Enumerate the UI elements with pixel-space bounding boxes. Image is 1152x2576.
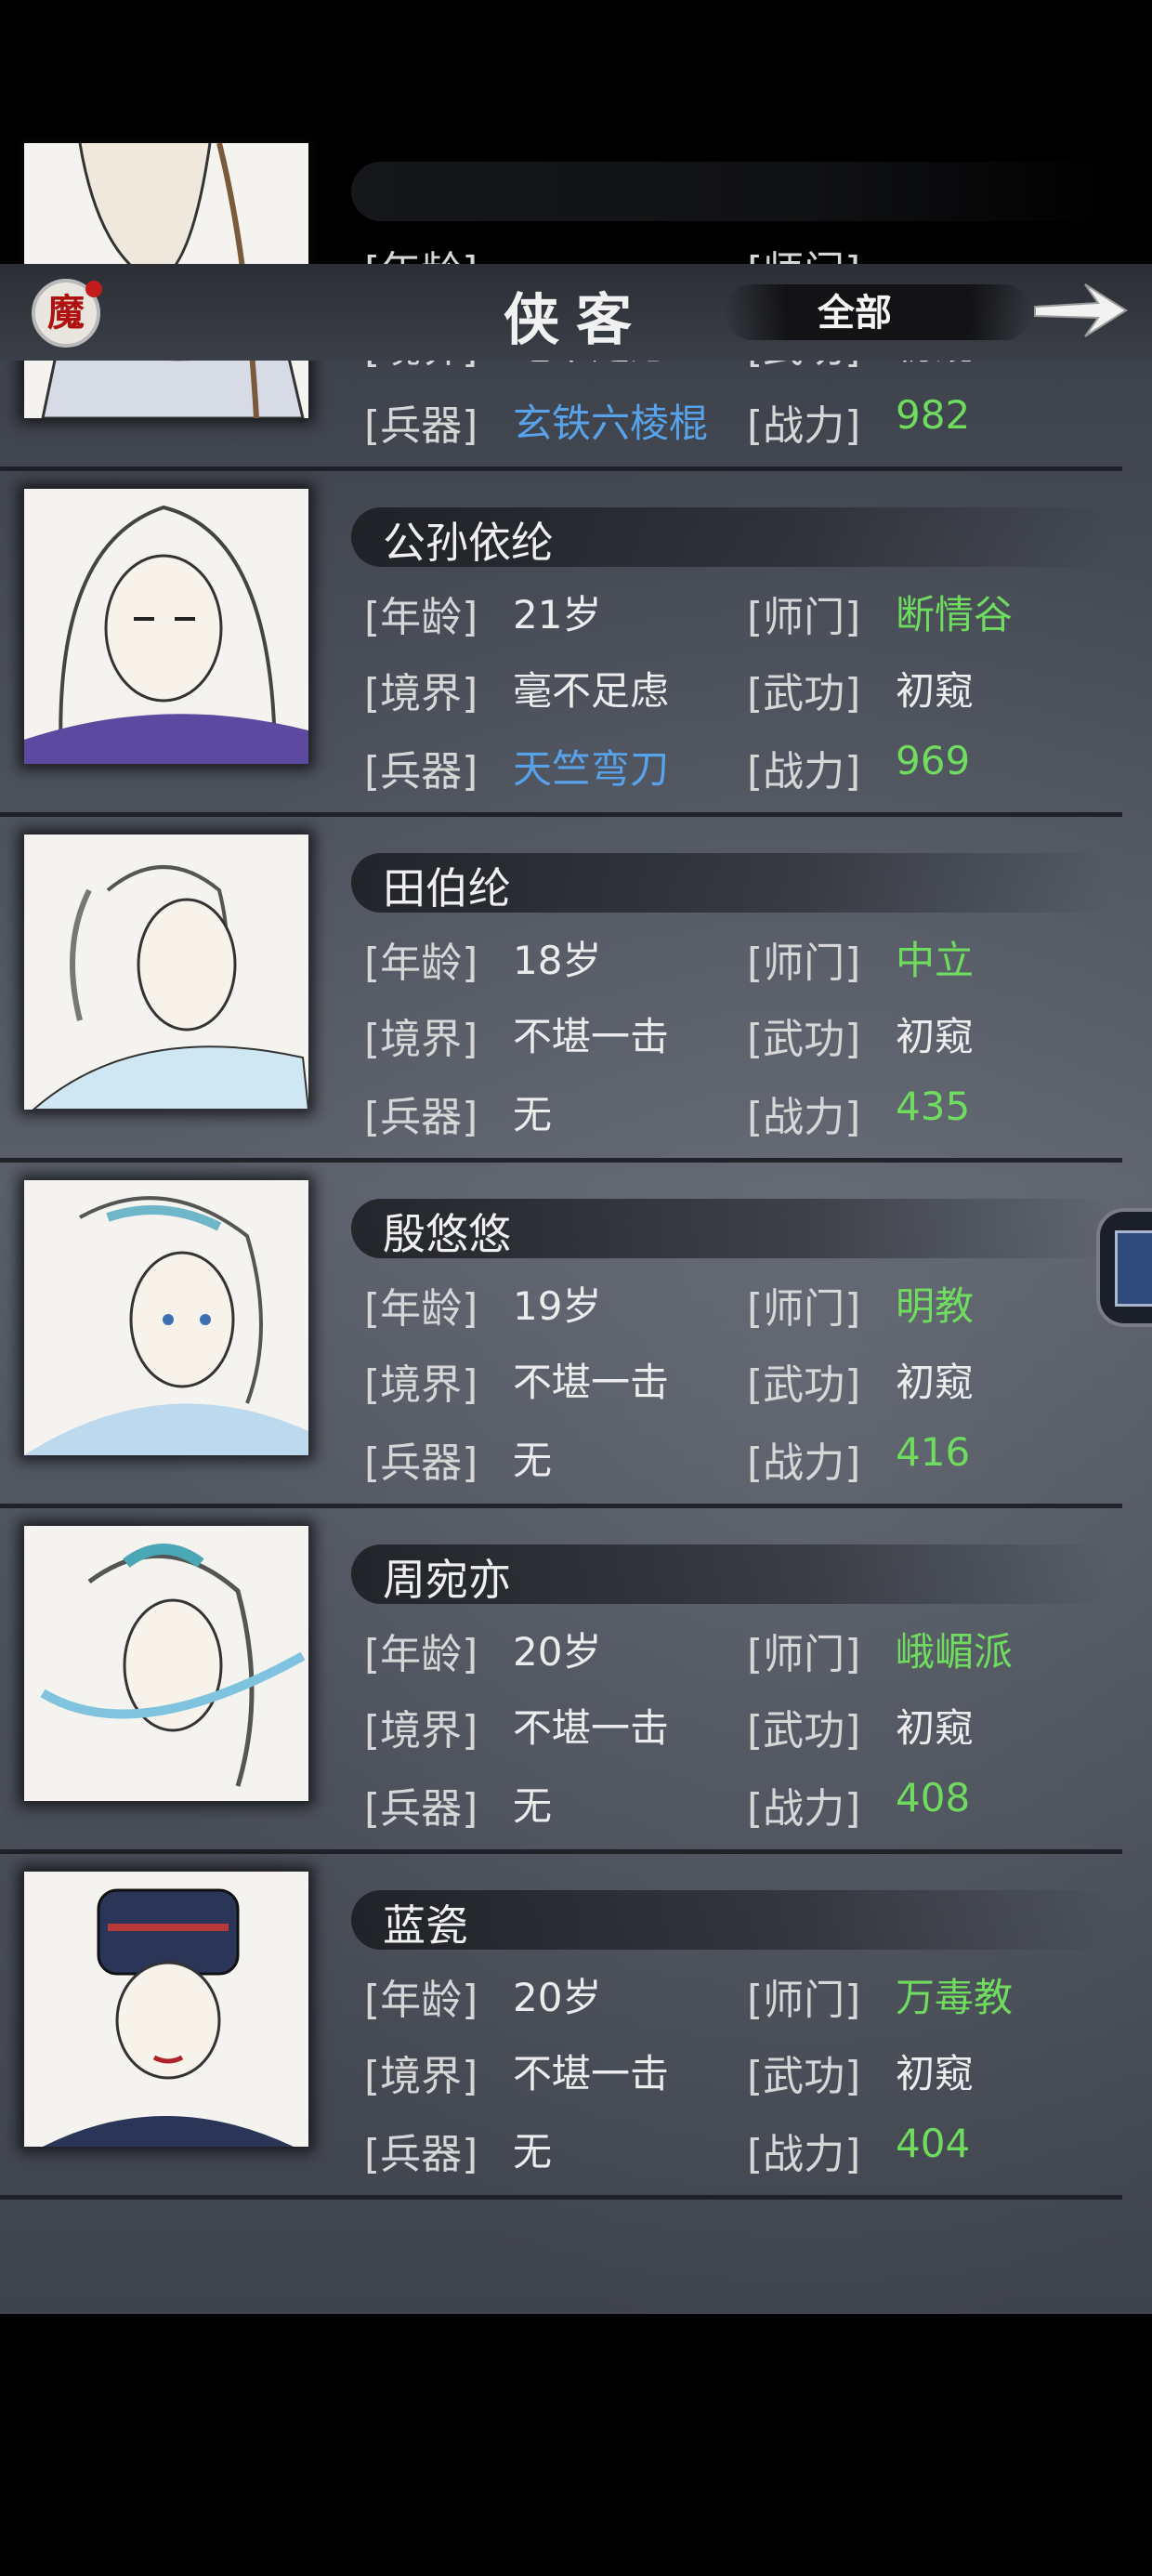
martial-value: 初窥 [896,1014,975,1059]
realm-value: 不堪一击 [513,1705,670,1751]
realm-value: 不堪一击 [513,1360,670,1405]
navigation-bar-area [0,2314,1152,2576]
power-value: 435 [896,1084,971,1129]
hero-portrait [24,1872,308,2147]
sect-value: 万毒教 [896,1975,1014,2020]
power-label: [战力] [747,1785,861,1833]
power-value: 404 [896,2121,971,2166]
side-drawer-tab[interactable] [1096,1208,1152,1327]
sect-value: 中立 [896,938,975,983]
notification-dot-icon [85,281,102,297]
power-label: [战力] [747,2131,861,2178]
card-divider [0,2195,1122,2200]
weapon-label: [兵器] [364,2131,478,2178]
realm-label: [境界] [364,1361,478,1409]
age-value: 19岁 [513,1283,602,1329]
hero-card[interactable]: 公孙依纶 [年龄] 21岁 [师门] 断情谷 [境界] 毫不足虑 [武功] 初窥 [兵器] 天竺弯刀… [0,470,1152,817]
power-value: 416 [896,1429,971,1475]
age-value: 21岁 [513,592,602,637]
age-label: [年龄] [364,1285,478,1333]
hero-name: 公孙依纶 [383,518,554,568]
filter-all-button[interactable]: 全部 [780,283,929,336]
hero-card[interactable]: 田伯纶 [年龄] 18岁 [师门] 中立 [境界] 不堪一击 [武功] 初窥 [兵器] 无 [战力] 4… [0,816,1152,1163]
weapon-label: [兵器] [364,1785,478,1833]
hero-name: 蓝瓷 [383,1900,468,1951]
sect-label: [师门] [747,940,861,987]
age-label: [年龄] [364,594,478,641]
hero-portrait [24,1526,308,1801]
weapon-label: [兵器] [364,748,478,795]
power-value: 408 [896,1775,971,1820]
weapon-value: 天竺弯刀 [513,746,670,792]
martial-label: [武功] [747,670,861,717]
sect-value: 断情谷 [896,592,1014,637]
weapon-value: 无 [513,1092,553,1137]
power-label: [战力] [747,402,861,450]
sect-label: [师门] [747,1977,861,2024]
weapon-value: 无 [513,2129,553,2175]
hero-name: 周宛亦 [383,1555,511,1605]
hero-portrait [24,1180,308,1455]
hero-card[interactable]: 蓝瓷 [年龄] 20岁 [师门] 万毒教 [境界] 不堪一击 [武功] 初窥 [兵器] 无 [战力] 4… [0,1853,1152,2200]
hero-name: 田伯纶 [383,863,511,913]
hero-name: 殷悠悠 [383,1209,511,1259]
sect-value: 峨嵋派 [896,1629,1014,1675]
martial-label: [武功] [747,2053,861,2100]
age-label: [年龄] [364,940,478,987]
weapon-value: 玄铁六棱棍 [513,401,709,446]
sect-value: 明教 [896,1283,975,1329]
martial-value: 初窥 [896,1360,975,1405]
weapon-value: 无 [513,1783,553,1829]
martial-value: 初窥 [896,668,975,714]
realm-value: 不堪一击 [513,2051,670,2096]
martial-label: [武功] [747,1361,861,1409]
power-label: [战力] [747,748,861,795]
page-title: 侠客 [504,288,648,353]
sect-label: [师门] [747,1285,861,1333]
hero-portrait [24,489,308,764]
realm-label: [境界] [364,1016,478,1063]
age-label: [年龄] [364,1977,478,2024]
weapon-label: [兵器] [364,1439,478,1487]
scroll-book-icon [1115,1230,1152,1307]
power-label: [战力] [747,1439,861,1487]
weapon-value: 无 [513,1438,553,1483]
logo-glyph: 魔 [47,291,85,335]
age-label: [年龄] [364,1631,478,1678]
realm-label: [境界] [364,1707,478,1755]
martial-value: 初窥 [896,1705,975,1751]
weapon-label: [兵器] [364,1094,478,1141]
hero-portrait [24,835,308,1110]
sect-label: [师门] [747,594,861,641]
martial-value: 初窥 [896,2051,975,2096]
hero-card[interactable]: 殷悠悠 [年龄] 19岁 [师门] 明教 [境界] 不堪一击 [武功] 初窥 [兵器] 无 [战力] 4… [0,1162,1152,1508]
realm-label: [境界] [364,670,478,717]
power-label: [战力] [747,1094,861,1141]
arrow-right-icon[interactable] [1029,275,1133,346]
age-value: 20岁 [513,1975,602,2020]
realm-label: [境界] [364,2053,478,2100]
realm-value: 毫不足虑 [513,668,670,714]
power-value: 982 [896,392,971,438]
hero-card[interactable]: 周宛亦 [年龄] 20岁 [师门] 峨嵋派 [境界] 不堪一击 [武功] 初窥 [兵器] 无 [战力]… [0,1507,1152,1854]
sect-label: [师门] [747,1631,861,1678]
age-value: 20岁 [513,1629,602,1675]
realm-value: 不堪一击 [513,1014,670,1059]
power-value: 969 [896,738,971,783]
martial-label: [武功] [747,1707,861,1755]
weapon-label: [兵器] [364,402,478,450]
age-value: 18岁 [513,938,602,983]
name-brush-background [351,162,1113,221]
martial-label: [武功] [747,1016,861,1063]
menu-logo-button[interactable]: 魔 [32,279,102,348]
